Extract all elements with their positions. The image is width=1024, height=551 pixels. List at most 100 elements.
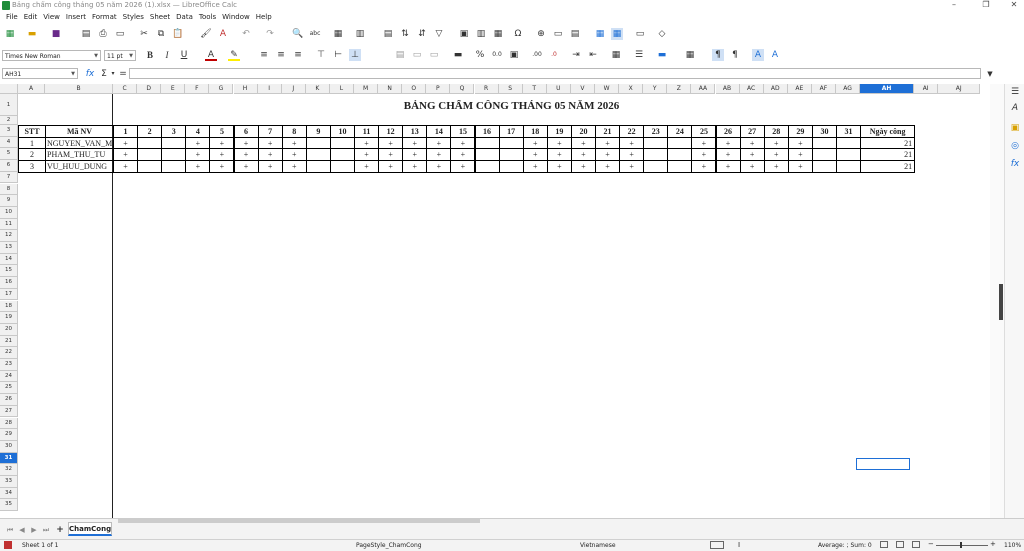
row-header-22[interactable]: 22 bbox=[0, 347, 18, 359]
last-sheet-icon[interactable]: ⏭ bbox=[40, 524, 52, 536]
row-header-7[interactable]: 7 bbox=[0, 171, 18, 184]
row-header-28[interactable]: 28 bbox=[0, 417, 18, 430]
pivot-table-icon[interactable]: ▦ bbox=[492, 28, 504, 40]
day-cell[interactable] bbox=[137, 160, 163, 173]
column-header-ab[interactable]: AB bbox=[715, 84, 740, 94]
menu-data[interactable]: Data bbox=[176, 13, 193, 21]
day-cell[interactable] bbox=[667, 160, 693, 173]
vertical-scrollbar[interactable] bbox=[990, 84, 1004, 518]
column-header-c[interactable]: C bbox=[113, 84, 138, 94]
number-format-icon[interactable]: 0.0 bbox=[491, 49, 503, 61]
table-row-stt[interactable]: 3 bbox=[18, 160, 46, 173]
underline-icon[interactable]: U bbox=[178, 49, 190, 61]
column-header-p[interactable]: P bbox=[426, 84, 451, 94]
zoom-out-icon[interactable]: − bbox=[928, 540, 934, 548]
copy-icon[interactable]: ⧉ bbox=[155, 28, 167, 40]
day-cell[interactable]: + bbox=[787, 160, 813, 173]
day-cell[interactable]: + bbox=[570, 160, 596, 173]
sort-descending-icon[interactable]: ⇵ bbox=[416, 28, 428, 40]
column-header-o[interactable]: O bbox=[402, 84, 427, 94]
row-header-26[interactable]: 26 bbox=[0, 394, 18, 406]
zoom-slider[interactable] bbox=[936, 545, 988, 546]
table-row-ngay-cong[interactable]: 21 bbox=[860, 160, 916, 173]
border-style-icon[interactable]: ☰ bbox=[633, 49, 645, 61]
row-header-10[interactable]: 10 bbox=[0, 206, 18, 219]
column-header-af[interactable]: AF bbox=[811, 84, 836, 94]
autofilter-icon[interactable]: ▤ bbox=[382, 28, 394, 40]
increase-indent-icon[interactable]: ⇥ bbox=[570, 49, 582, 61]
functions-icon[interactable]: fx bbox=[1009, 158, 1021, 170]
row-header-25[interactable]: 25 bbox=[0, 382, 18, 395]
italic-icon[interactable]: I bbox=[161, 49, 173, 61]
column-header-i[interactable]: I bbox=[257, 84, 282, 94]
clear-formatting-icon[interactable]: A bbox=[217, 28, 229, 40]
column-header-v[interactable]: V bbox=[570, 84, 595, 94]
column-header-m[interactable]: M bbox=[354, 84, 379, 94]
restore-icon[interactable]: ❐ bbox=[976, 0, 996, 9]
unmerge-cells-icon[interactable]: ▭ bbox=[428, 49, 440, 61]
column-header-z[interactable]: Z bbox=[667, 84, 692, 94]
column-header-w[interactable]: W bbox=[595, 84, 620, 94]
row-header-8[interactable]: 8 bbox=[0, 183, 18, 196]
day-cell[interactable] bbox=[836, 160, 862, 173]
select-all-corner[interactable] bbox=[0, 84, 18, 94]
day-cell[interactable]: + bbox=[113, 160, 139, 173]
day-cell[interactable]: + bbox=[763, 160, 789, 173]
normal-view-icon[interactable] bbox=[880, 541, 888, 548]
row-header-16[interactable]: 16 bbox=[0, 277, 18, 289]
row-header-13[interactable]: 13 bbox=[0, 242, 18, 254]
column-header-aa[interactable]: AA bbox=[691, 84, 716, 94]
column-header-s[interactable]: S bbox=[498, 84, 523, 94]
insert-mode-icon[interactable]: I bbox=[738, 541, 740, 549]
percent-format-icon[interactable]: % bbox=[474, 49, 486, 61]
align-middle-icon[interactable]: ⊢ bbox=[332, 49, 344, 61]
delete-decimal-icon[interactable]: .0 bbox=[548, 49, 560, 61]
row-header-19[interactable]: 19 bbox=[0, 312, 18, 324]
properties-icon[interactable]: A bbox=[1009, 102, 1021, 114]
column-header-j[interactable]: J bbox=[281, 84, 306, 94]
column-icon[interactable]: ▥ bbox=[354, 28, 366, 40]
language[interactable]: Vietnamese bbox=[580, 542, 616, 549]
column-header-b[interactable]: B bbox=[45, 84, 113, 94]
merge-cells-icon[interactable]: ▭ bbox=[411, 49, 423, 61]
menu-styles[interactable]: Styles bbox=[123, 13, 144, 21]
row-header-34[interactable]: 34 bbox=[0, 487, 18, 500]
column-header-ag[interactable]: AG bbox=[836, 84, 861, 94]
image-icon[interactable]: ▣ bbox=[458, 28, 470, 40]
zoom-in-icon[interactable]: + bbox=[990, 540, 996, 548]
day-cell[interactable]: + bbox=[281, 160, 307, 173]
menu-tools[interactable]: Tools bbox=[199, 13, 216, 21]
row-header-12[interactable]: 12 bbox=[0, 230, 18, 242]
column-header-aj[interactable]: AJ bbox=[938, 84, 981, 94]
hyperlink-icon[interactable]: ⊕ bbox=[535, 28, 547, 40]
minimize-icon[interactable]: – bbox=[944, 0, 964, 9]
new-document-icon[interactable]: ▦ bbox=[4, 28, 16, 40]
day-cell[interactable]: + bbox=[257, 160, 283, 173]
day-cell[interactable]: + bbox=[546, 160, 572, 173]
conditional-format-icon[interactable]: ▦ bbox=[684, 49, 696, 61]
text-direction-vertical-icon[interactable]: A bbox=[769, 49, 781, 61]
day-cell[interactable]: + bbox=[739, 160, 765, 173]
save-icon[interactable]: ■ bbox=[50, 28, 62, 40]
column-header-y[interactable]: Y bbox=[643, 84, 668, 94]
redo-icon[interactable]: ↷ bbox=[264, 28, 276, 40]
day-cell[interactable]: + bbox=[691, 160, 717, 173]
align-center-icon[interactable]: ≡ bbox=[275, 49, 287, 61]
selection-mode-icon[interactable] bbox=[710, 541, 724, 549]
scroll-thumb[interactable] bbox=[999, 284, 1003, 320]
border-color-icon[interactable]: ▬ bbox=[656, 49, 668, 61]
row-header-35[interactable]: 35 bbox=[0, 499, 18, 512]
gallery-icon[interactable]: ▣ bbox=[1009, 122, 1021, 134]
right-to-left-icon[interactable]: ¶ bbox=[729, 49, 741, 61]
row-header-23[interactable]: 23 bbox=[0, 359, 18, 371]
text-direction-horizontal-icon[interactable]: A bbox=[752, 49, 764, 61]
header-footer-icon[interactable]: ▤ bbox=[569, 28, 581, 40]
next-sheet-icon[interactable]: ▶ bbox=[28, 524, 40, 536]
row-header-5[interactable]: 5 bbox=[0, 148, 18, 161]
row-header-1[interactable]: 1 bbox=[0, 94, 18, 116]
cut-icon[interactable]: ✂ bbox=[138, 28, 150, 40]
row-header-17[interactable]: 17 bbox=[0, 288, 18, 301]
day-cell[interactable] bbox=[305, 160, 331, 173]
open-icon[interactable]: ▬ bbox=[26, 28, 38, 40]
special-character-icon[interactable]: Ω bbox=[512, 28, 524, 40]
